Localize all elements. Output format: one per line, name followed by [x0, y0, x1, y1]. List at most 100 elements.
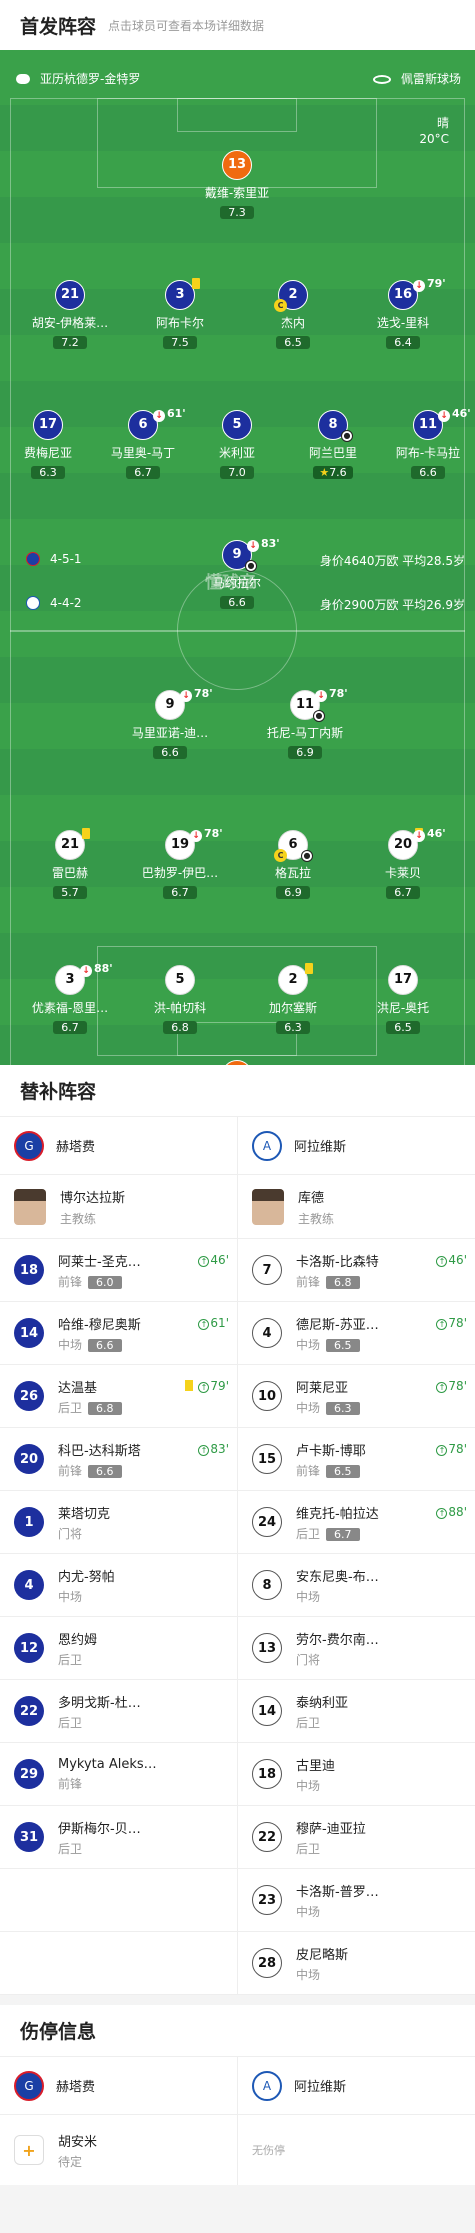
sub-player-row[interactable]: 1 莱塔切克 门将	[0, 1491, 237, 1554]
sub-player-row[interactable]: 12 恩约姆 后卫	[0, 1617, 237, 1680]
home-injury-team[interactable]: G 赫塔费	[0, 2057, 237, 2115]
sub-player-row[interactable]: 13 劳尔-费尔南… 门将	[238, 1617, 475, 1680]
sub-player-name: 达温基	[58, 1380, 98, 1396]
sub-player-position: 门将	[58, 1526, 83, 1541]
player-8[interactable]: 8 ● 阿兰巴里 ★7.6	[288, 410, 378, 480]
player-rating: 6.6	[153, 746, 187, 759]
jersey-number: 9 ↓ 83' ●	[222, 537, 280, 572]
player-name: 巴勃罗-伊巴…	[141, 866, 219, 880]
sub-player-position: 前锋	[296, 1463, 321, 1478]
sub-player-row[interactable]: 23 卡洛斯-普罗… 中场	[238, 1869, 475, 1932]
jersey-number: 15	[252, 1444, 282, 1474]
jersey-number: 10	[252, 1381, 282, 1411]
player-rating: 6.4	[386, 336, 420, 349]
weather-label: 晴	[436, 116, 449, 130]
sub-player-row[interactable]: 4 内尤-努帕 中场	[0, 1554, 237, 1617]
player-0[interactable]: 13 戴维-索里亚 7.3	[192, 150, 282, 220]
player-14[interactable]: 19 ↓ 78' 巴勃罗-伊巴… 6.7	[135, 827, 225, 900]
sub-player-row[interactable]: 24 维克托-帕拉达 后卫 6.7 ↑ 88'	[238, 1491, 475, 1554]
sub-out-icon: ↓	[190, 830, 202, 842]
sub-player-row[interactable]: 7 卡洛斯-比森特 前锋 6.8 ↑ 46'	[238, 1239, 475, 1302]
player-16[interactable]: 20 ↓ 46' 卡莱贝 6.7	[358, 827, 448, 900]
away-injury-team[interactable]: A 阿拉维斯	[238, 2057, 475, 2115]
player-2[interactable]: 3 阿布卡尔 7.5	[135, 278, 225, 350]
sub-off-indicator: ↓ 78'	[190, 827, 223, 842]
player-15[interactable]: 6 C ● 格瓦拉 6.9	[248, 830, 338, 900]
sub-player-name: 伊斯梅尔-贝…	[58, 1821, 141, 1837]
player-12[interactable]: 11 ↓ 78' ● 托尼-马丁内斯 6.9	[260, 687, 350, 760]
coach-avatar	[14, 1188, 46, 1225]
player-6[interactable]: 6 ↓ 61' 马里奥-马丁 6.7	[98, 407, 188, 480]
sub-out-icon: ↓	[153, 410, 165, 422]
sub-player-row[interactable]: 15 卢卡斯-博耶 前锋 6.5 ↑ 78'	[238, 1428, 475, 1491]
sub-in-icon: ↑	[198, 1319, 210, 1330]
sub-player-row[interactable]: 29 Mykyta Aleks… 前锋	[0, 1743, 237, 1806]
sub-player-row[interactable]: 22 多明戈斯-杜… 后卫	[0, 1680, 237, 1743]
player-4[interactable]: 16 ↓ 79' 选戈-里科 6.4	[358, 277, 448, 350]
player-rating: 6.3	[276, 1021, 310, 1034]
sub-off-indicator: ↓ 78'	[180, 687, 213, 702]
sub-player-row[interactable]: 18 古里迪 中场	[238, 1743, 475, 1806]
player-17[interactable]: 3 ↓ 88' 优素福-恩里… 6.7	[25, 962, 115, 1035]
sub-in-icon: ↑	[198, 1445, 210, 1456]
player-19[interactable]: 2 加尔塞斯 6.3	[248, 963, 338, 1035]
home-injuries: G 赫塔费 + 胡安米 待定	[0, 2057, 237, 2185]
player-18[interactable]: 5 洪-帕切科 6.8	[135, 965, 225, 1035]
yellow-card-icon	[82, 828, 90, 839]
sub-off-indicator: ↓ 78'	[315, 687, 348, 702]
player-name: 洪尼-奥托	[376, 1001, 430, 1015]
sub-player-row[interactable]: 14 哈维-穆尼奥斯 中场 6.6 ↑ 61'	[0, 1302, 237, 1365]
away-coach[interactable]: 库德 主教练	[238, 1175, 475, 1239]
jersey-number: 11 ↓ 46'	[413, 407, 471, 440]
pitch: 亚历杭德罗-金特罗 佩雷斯球场 晴 20°C 4-5-1 身价4640万欧 平均…	[0, 50, 475, 1065]
temperature-label: 20°C	[419, 132, 449, 146]
player-9[interactable]: 11 ↓ 46' 阿布-卡马拉 6.6	[383, 407, 473, 480]
jersey-number: 19 ↓ 78'	[165, 827, 223, 860]
player-10[interactable]: 9 ↓ 83' ● 马约拉尔 6.6	[192, 537, 282, 610]
jersey-number: 18	[14, 1255, 44, 1285]
alaves-logo-icon: A	[252, 1130, 282, 1161]
sub-player-name: 卡洛斯-普罗…	[296, 1884, 379, 1900]
sub-player-name: 泰纳利亚	[296, 1695, 349, 1711]
injured-player[interactable]: + 胡安米 待定	[0, 2115, 237, 2185]
player-11[interactable]: 9 ↓ 78' 马里亚诺-迪… 6.6	[125, 687, 215, 760]
sub-off-indicator: ↓ 46'	[438, 407, 471, 422]
sub-player-row[interactable]: 14 泰纳利亚 后卫	[238, 1680, 475, 1743]
sub-player-position: 后卫	[296, 1715, 321, 1730]
jersey-number: 31	[14, 1822, 44, 1852]
injury-columns: G 赫塔费 + 胡安米 待定 A 阿拉维斯 无伤停	[0, 2057, 475, 2185]
sub-player-row[interactable]: 4 德尼斯-苏亚… 中场 6.5 ↑ 78'	[238, 1302, 475, 1365]
player-name: 胡安-伊格莱…	[31, 316, 109, 330]
sub-in-icon: ↑	[198, 1382, 210, 1393]
player-20[interactable]: 17 洪尼-奥托 6.5	[358, 965, 448, 1035]
player-21[interactable]: 1西韦拉6.6	[192, 1060, 282, 1065]
jersey-number: 3	[165, 278, 200, 310]
sub-player-position: 中场	[296, 1400, 321, 1415]
sub-player-row[interactable]: 8 安东尼奥-布… 中场	[238, 1554, 475, 1617]
player-13[interactable]: 21 雷巴赫 5.7	[25, 828, 115, 900]
player-5[interactable]: 17 费梅尼亚 6.3	[3, 410, 93, 480]
sub-player-row[interactable]: 10 阿莱尼亚 中场 6.3 ↑ 78'	[238, 1365, 475, 1428]
sub-player-row[interactable]: 20 科巴-达科斯塔 前锋 6.6 ↑ 83'	[0, 1428, 237, 1491]
sub-player-row[interactable]: 26 达温基 后卫 6.8 ↑ 79'	[0, 1365, 237, 1428]
jersey-number: 1	[222, 1060, 252, 1065]
no-injury-text: 无伤停	[252, 2144, 285, 2157]
sub-player-row[interactable]: 18 阿莱士-圣克… 前锋 6.0 ↑ 46'	[0, 1239, 237, 1302]
jersey-number: 24	[252, 1507, 282, 1537]
player-rating: 6.3	[31, 466, 65, 479]
player-3[interactable]: 2 C 杰内 6.5	[248, 280, 338, 350]
away-team-header[interactable]: A 阿拉维斯	[238, 1117, 475, 1175]
sub-player-row[interactable]: 31 伊斯梅尔-贝… 后卫	[0, 1806, 237, 1869]
referee-name: 亚历杭德罗-金特罗	[40, 72, 141, 86]
sub-player-rating: 6.0	[88, 1275, 122, 1289]
home-coach[interactable]: 博尔达拉斯 主教练	[0, 1175, 237, 1239]
player-7[interactable]: 5 米利亚 7.0	[192, 410, 282, 480]
home-team-header[interactable]: G 赫塔费	[0, 1117, 237, 1175]
player-rating: 6.8	[163, 1021, 197, 1034]
player-1[interactable]: 21 胡安-伊格莱… 7.2	[25, 280, 115, 350]
jersey-number: 20	[14, 1444, 44, 1474]
sub-off-indicator: ↓ 88'	[80, 962, 113, 977]
sub-player-row[interactable]: 22 穆萨-迪亚拉 后卫	[238, 1806, 475, 1869]
sub-player-row[interactable]: 28 皮尼略斯 中场	[238, 1932, 475, 1995]
sub-player-name: 阿莱尼亚	[296, 1380, 349, 1396]
